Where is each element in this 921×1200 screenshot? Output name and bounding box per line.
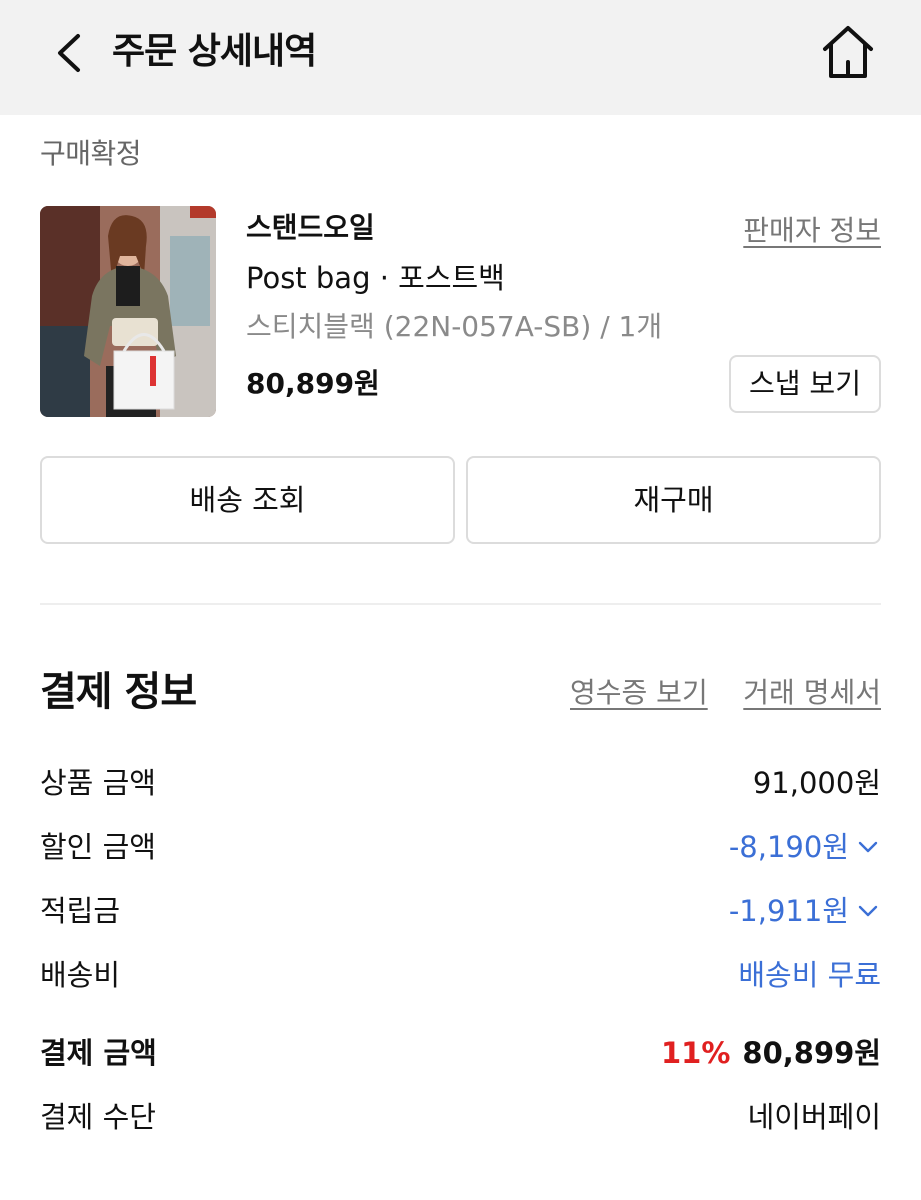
- chevron-left-icon: [58, 34, 80, 72]
- total-amount: 11% 80,899원: [661, 1033, 881, 1073]
- home-icon: [823, 26, 873, 78]
- chevron-down-icon: [858, 905, 878, 917]
- shipping-fee-value: 배송비 무료: [738, 958, 881, 992]
- payment-section-title: 결제 정보: [40, 669, 197, 715]
- points-toggle[interactable]: -1,911원: [729, 891, 881, 931]
- points-label: 적립금: [40, 894, 121, 928]
- order-status: 구매확정: [40, 137, 142, 170]
- rebuy-button[interactable]: 재구매: [466, 456, 881, 544]
- product-thumbnail[interactable]: [40, 206, 216, 417]
- product-amount-value: 91,000원: [752, 766, 881, 800]
- points-value: -1,911원: [728, 894, 849, 928]
- discount-amount-label: 할인 금액: [40, 830, 156, 864]
- product-brand[interactable]: 스탠드오일: [246, 208, 375, 248]
- product-name[interactable]: Post bag · 포스트백: [246, 258, 505, 298]
- track-delivery-button[interactable]: 배송 조회: [40, 456, 455, 544]
- transaction-statement-link[interactable]: 거래 명세서: [743, 673, 881, 713]
- product-option: 스티치블랙 (22N-057A-SB) / 1개: [246, 310, 663, 343]
- total-amount-value: 80,899원: [742, 1036, 881, 1070]
- seller-info-link[interactable]: 판매자 정보: [743, 211, 881, 251]
- chevron-down-icon: [858, 841, 878, 853]
- product-amount-label: 상품 금액: [40, 766, 156, 800]
- payment-method-value: 네이버페이: [747, 1100, 881, 1134]
- product-price: 80,899원: [246, 367, 380, 400]
- discount-amount-value: -8,190원: [728, 830, 849, 864]
- back-button[interactable]: [44, 28, 94, 78]
- discount-amount-toggle[interactable]: -8,190원: [729, 827, 881, 867]
- section-divider: [40, 603, 881, 605]
- discount-rate: 11%: [660, 1036, 731, 1070]
- view-receipt-link[interactable]: 영수증 보기: [570, 673, 708, 713]
- header-bar: 주문 상세내역: [0, 0, 921, 115]
- total-amount-label: 결제 금액: [40, 1036, 157, 1070]
- shipping-fee-label: 배송비: [40, 958, 121, 992]
- page-title: 주문 상세내역: [112, 31, 317, 72]
- view-snap-button[interactable]: 스냅 보기: [729, 355, 881, 413]
- payment-method-label: 결제 수단: [40, 1100, 156, 1134]
- home-button[interactable]: [818, 22, 878, 82]
